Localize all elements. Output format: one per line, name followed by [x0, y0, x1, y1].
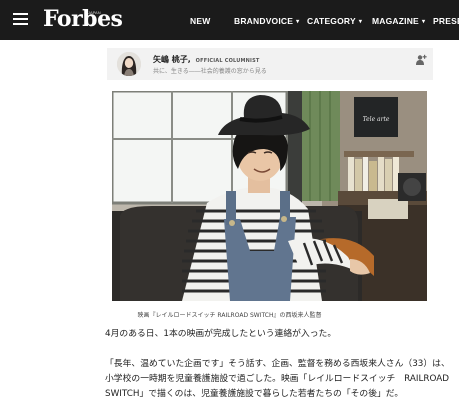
nav-item-label: CATEGORY — [307, 16, 356, 26]
article-main-photo: Tele arte — [112, 91, 427, 301]
nav-item-label: PRESE — [433, 16, 459, 26]
nav-item-label: BRANDVOICE — [234, 16, 294, 26]
chevron-down-icon: ▾ — [358, 19, 363, 25]
article-paragraph-line: 小学校の一時期を児童養護施設で過ごした。映画「レイルロードスイッチ RAILRO… — [105, 374, 450, 384]
avatar-image — [117, 52, 141, 76]
nav-item-label: NEW — [190, 16, 211, 26]
author-name[interactable]: 矢嶋 桃子, OFFICIAL COLUMNIST — [153, 54, 260, 65]
nav-item-label: MAGAZINE — [372, 16, 419, 26]
article-paragraph-line: 「長年、温めていた企画です」そう話す、企画、監督を務める西坂来人さん（33）は、 — [105, 359, 450, 369]
nav-item-brandvoice[interactable]: BRANDVOICE ▾ — [234, 16, 299, 26]
author-name-comma: , — [187, 55, 191, 64]
author-avatar[interactable] — [117, 52, 141, 76]
author-column-description: 共に、生きる――社会的養護の窓から見る — [153, 68, 267, 75]
forbes-logo[interactable]: Forbes — [43, 6, 123, 32]
director-portrait-image: Tele arte — [112, 91, 427, 301]
follow-author-icon[interactable] — [415, 54, 427, 66]
forbes-japan-sublogo: JAPAN — [88, 10, 101, 15]
chevron-down-icon: ▾ — [296, 19, 300, 25]
article-paragraph-line: SWITCH」で描くのは、児童養護施設で暮らした若者たちの「その後」だ。 — [105, 389, 404, 399]
wall-sign-text: Tele arte — [363, 116, 390, 123]
article-paragraph: 4月のある日、1本の映画が完成したという連絡が入った。 — [105, 329, 337, 339]
nav-item-new[interactable]: NEW — [190, 16, 210, 26]
author-role: OFFICIAL COLUMNIST — [195, 58, 260, 64]
nav-item-category[interactable]: CATEGORY ▾ — [307, 16, 362, 26]
author-name-text: 矢嶋 桃子 — [153, 55, 188, 64]
top-navigation-bar: Forbes JAPAN NEW BRANDVOICE ▾ CATEGORY ▾ M… — [0, 0, 459, 40]
hamburger-menu-icon[interactable] — [13, 13, 28, 25]
nav-item-magazine[interactable]: MAGAZINE ▾ — [372, 16, 425, 26]
nav-item-presents[interactable]: PRESE — [433, 16, 459, 26]
photo-caption: 映画『レイルロードスイッチ RAILROAD SWITCH』の西坂来人監督 — [137, 312, 322, 319]
chevron-down-icon: ▾ — [421, 19, 426, 25]
author-info-bar: 矢嶋 桃子, OFFICIAL COLUMNIST 共に、生きる――社会的養護の… — [107, 48, 433, 80]
